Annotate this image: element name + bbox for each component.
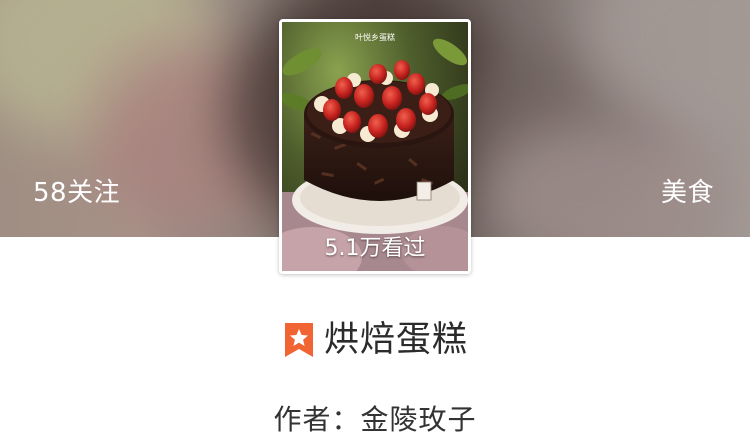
category-label[interactable]: 美食 (661, 177, 714, 209)
cake-photo: 叶悦乡蛋糕 (282, 22, 468, 271)
book-title: 烘焙蛋糕 (323, 320, 468, 360)
follow-count[interactable]: 58关注 (33, 177, 120, 209)
cover-watermark: 叶悦乡蛋糕 (355, 32, 395, 42)
views-count: 5.1万看过 (324, 236, 426, 261)
cover-image[interactable]: 叶悦乡蛋糕 5.1万看过 (279, 19, 471, 274)
book-title-row: 烘焙蛋糕 (0, 318, 750, 362)
bookmark-star-icon (282, 320, 316, 360)
author-line[interactable]: 作者：金陵玫子 (0, 402, 750, 438)
